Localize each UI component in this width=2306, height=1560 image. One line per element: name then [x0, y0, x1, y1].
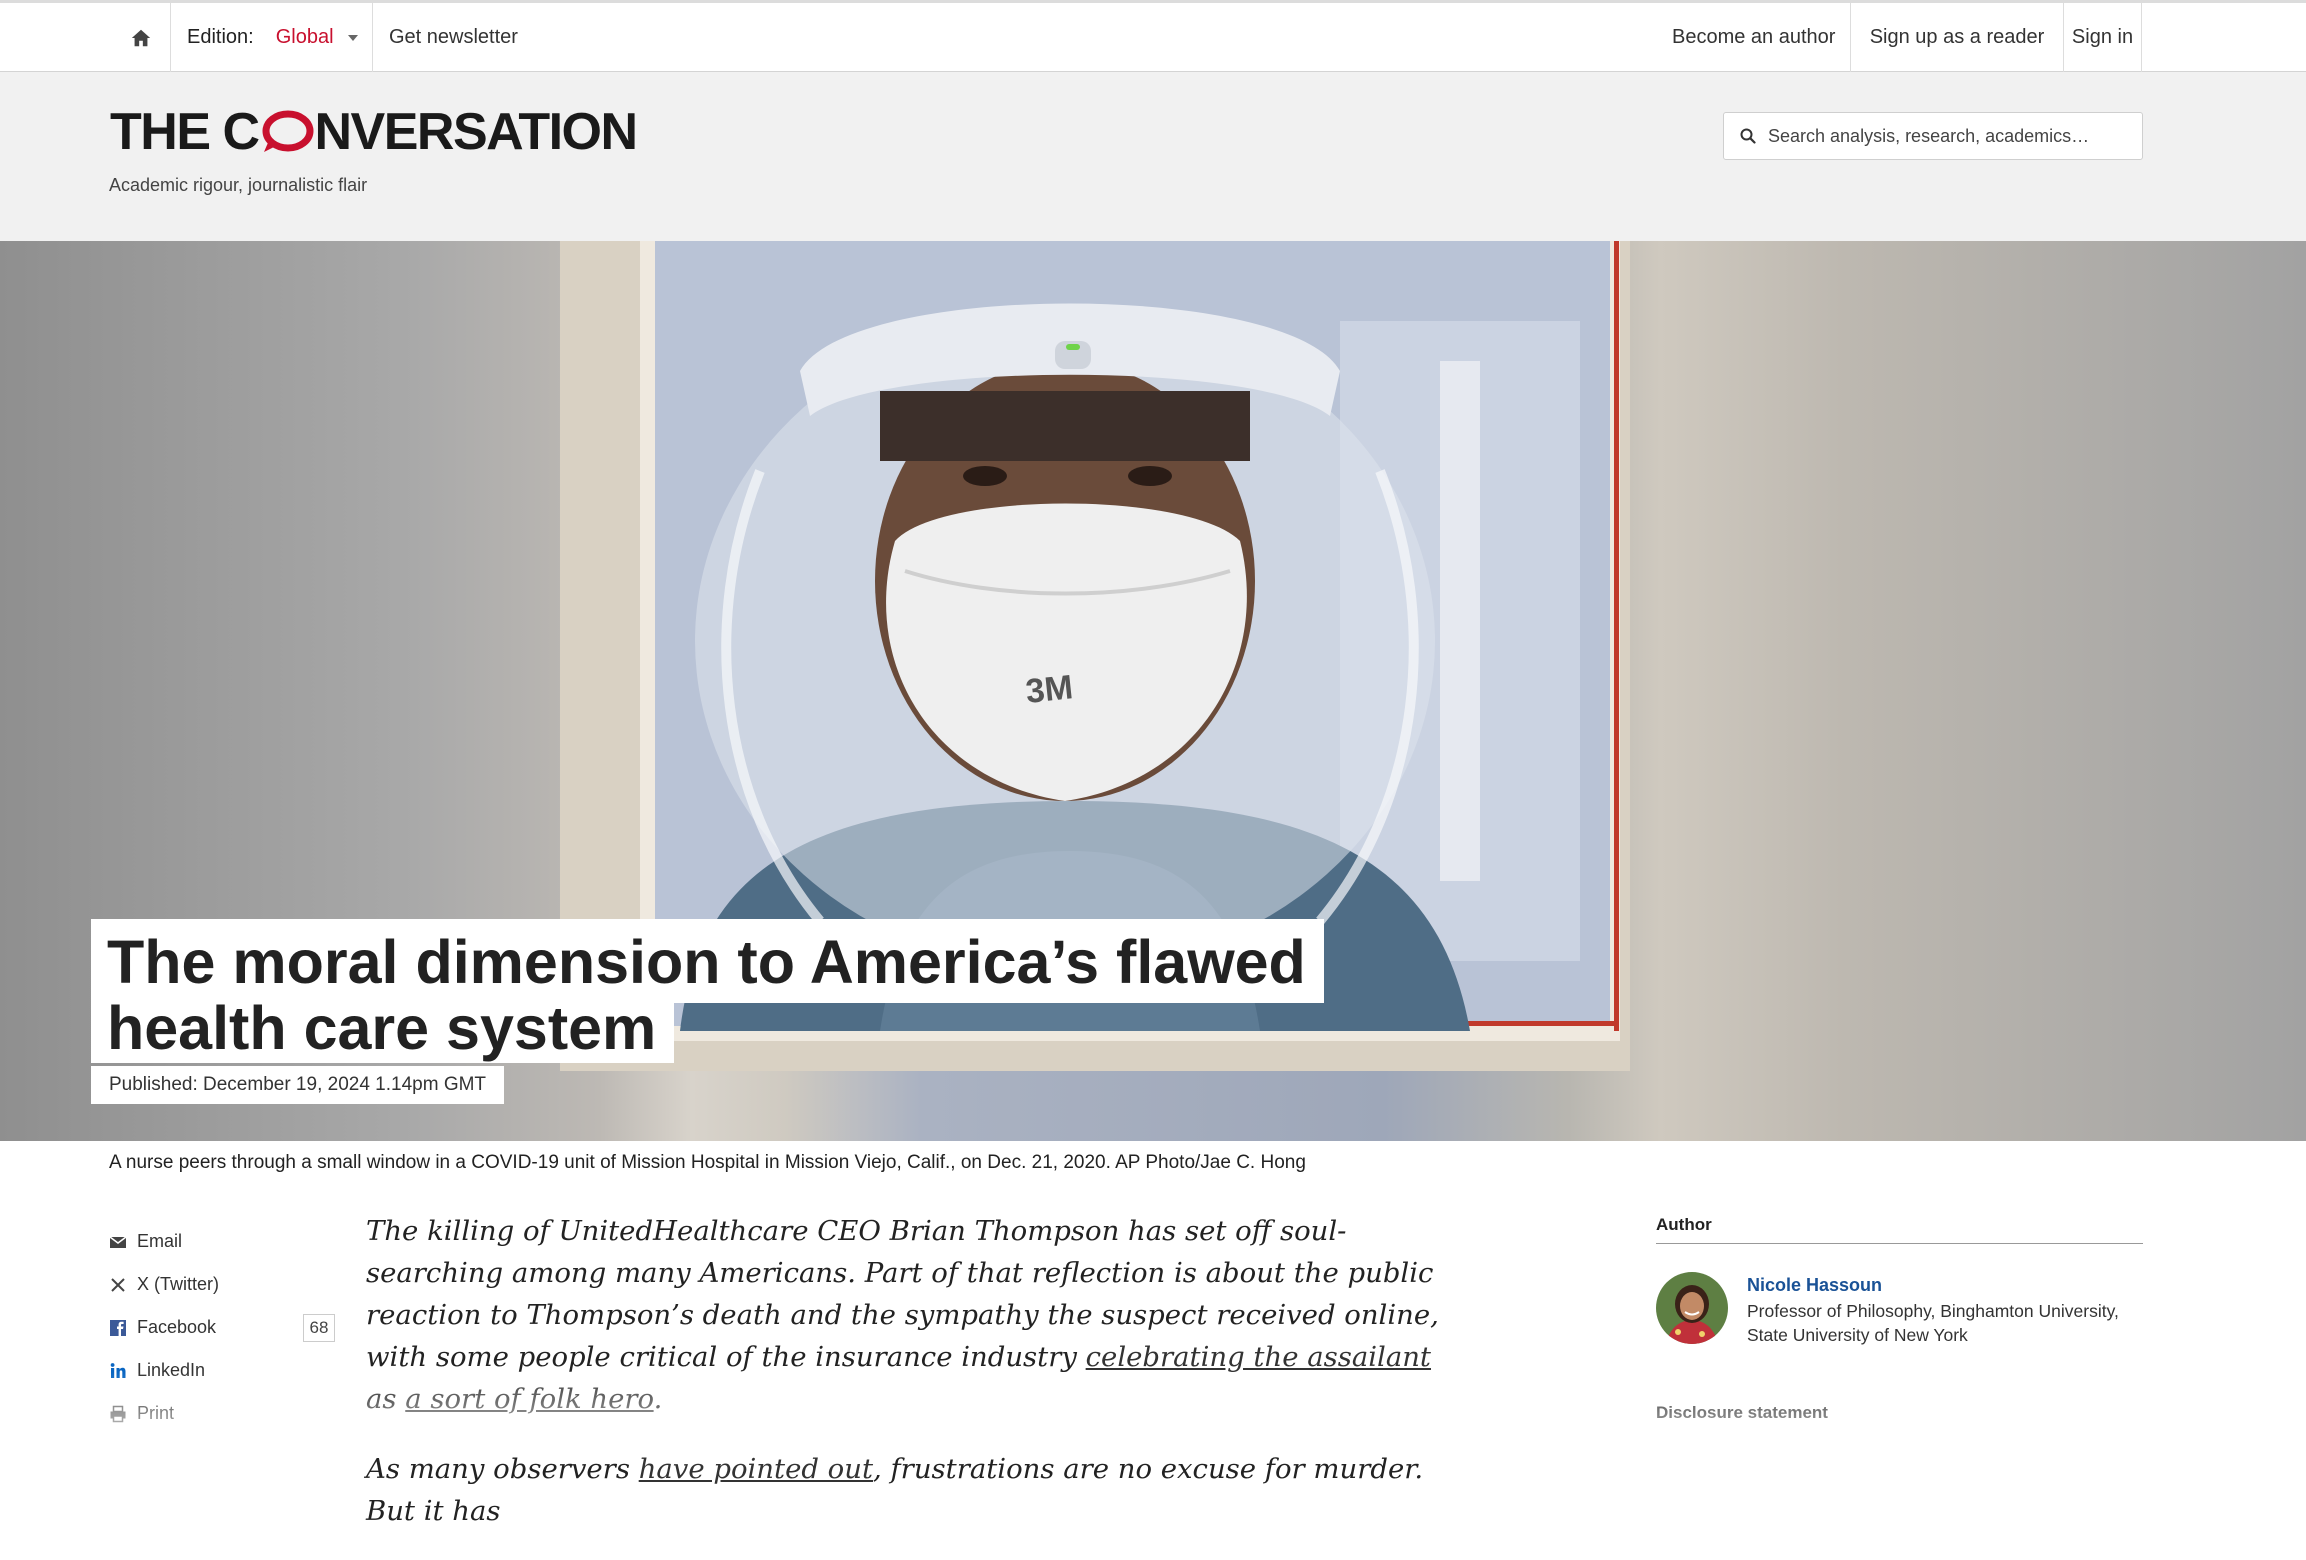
paragraph-text: As many observers: [366, 1453, 639, 1485]
edition-value: Global: [275, 26, 334, 48]
article-paragraph: As many observers have pointed out, frus…: [366, 1448, 1466, 1532]
celebrating-the-assailant-link[interactable]: celebrating the assailant: [1086, 1341, 1431, 1373]
printer-icon: [110, 1405, 126, 1422]
linkedin-icon: [110, 1362, 126, 1378]
article-paragraph: The killing of UnitedHealthcare CEO Bria…: [366, 1210, 1466, 1420]
author-portrait: [1656, 1272, 1728, 1344]
share-twitter-button[interactable]: X (Twitter): [109, 1263, 339, 1306]
share-twitter-label: X (Twitter): [137, 1274, 220, 1294]
search-box[interactable]: [1723, 112, 2143, 160]
x-twitter-icon: [111, 1277, 125, 1292]
published-date: Published: December 19, 2024 1.14pm GMT: [91, 1066, 505, 1104]
site-tagline: Academic rigour, journalistic flair: [109, 175, 368, 195]
paragraph-text: .: [653, 1383, 663, 1415]
caret-down-icon: [347, 34, 358, 41]
facebook-icon: [110, 1319, 126, 1336]
share-facebook-label: Facebook: [137, 1317, 217, 1337]
search-icon: [1740, 128, 1756, 144]
logo-text-end: NVERSATION: [314, 103, 639, 161]
article-headline-line-1: The moral dimension to America’s flawed: [91, 919, 1324, 1003]
site-logo[interactable]: THE C NVERSATION: [110, 102, 639, 162]
masthead: THE C NVERSATION Academic rigour, journa…: [0, 72, 2306, 241]
folk-hero-link[interactable]: a sort of folk hero: [405, 1383, 653, 1415]
search-input[interactable]: [1766, 124, 2126, 148]
hero-image: 3M The moral dimension to America’s flaw…: [0, 241, 2306, 1141]
photo-caption: A nurse peers through a small window in …: [109, 1152, 1306, 1173]
get-newsletter-link[interactable]: Get newsletter: [389, 3, 518, 72]
print-label: Print: [137, 1403, 175, 1423]
sign-up-reader-link[interactable]: Sign up as a reader: [1850, 3, 2064, 72]
article-body: The killing of UnitedHealthcare CEO Bria…: [366, 1210, 1466, 1560]
home-icon: [131, 29, 151, 46]
logo-text-start: THE C: [110, 103, 260, 161]
share-linkedin-button[interactable]: LinkedIn: [109, 1349, 339, 1392]
author-name-link[interactable]: Nicole Hassoun: [1747, 1275, 1882, 1296]
share-links: Email X (Twitter) Facebook 68 LinkedIn P…: [109, 1220, 339, 1435]
top-navigation-bar: Edition: Global Get newsletter Become an…: [0, 0, 2306, 72]
sign-in-link[interactable]: Sign in: [2064, 3, 2142, 72]
article-headline-line-2: health care system: [91, 993, 675, 1063]
mask-brand-text: 3M: [1024, 668, 1075, 711]
share-email-button[interactable]: Email: [109, 1220, 339, 1263]
author-avatar[interactable]: [1656, 1272, 1728, 1344]
envelope-icon: [109, 1235, 127, 1248]
sidebar-divider: [1656, 1243, 2143, 1244]
have-pointed-out-link[interactable]: have pointed out: [639, 1453, 873, 1485]
share-facebook-button[interactable]: Facebook 68: [109, 1306, 339, 1349]
become-author-link[interactable]: Become an author: [1672, 3, 1835, 72]
paragraph-text: as: [366, 1383, 406, 1415]
home-button[interactable]: [112, 3, 170, 72]
author-affiliation: Professor of Philosophy, Binghamton Univ…: [1747, 1301, 2119, 1345]
print-button[interactable]: Print: [109, 1392, 339, 1435]
share-linkedin-label: LinkedIn: [137, 1360, 206, 1380]
edition-selector[interactable]: Edition: Global: [170, 3, 373, 72]
disclosure-heading: Disclosure statement: [1656, 1403, 1828, 1422]
share-email-label: Email: [137, 1231, 183, 1251]
facebook-share-count: 68: [303, 1314, 335, 1342]
edition-label: Edition:: [187, 26, 254, 48]
speech-bubble-logo-icon: [262, 110, 313, 152]
author-heading: Author: [1656, 1215, 1712, 1234]
